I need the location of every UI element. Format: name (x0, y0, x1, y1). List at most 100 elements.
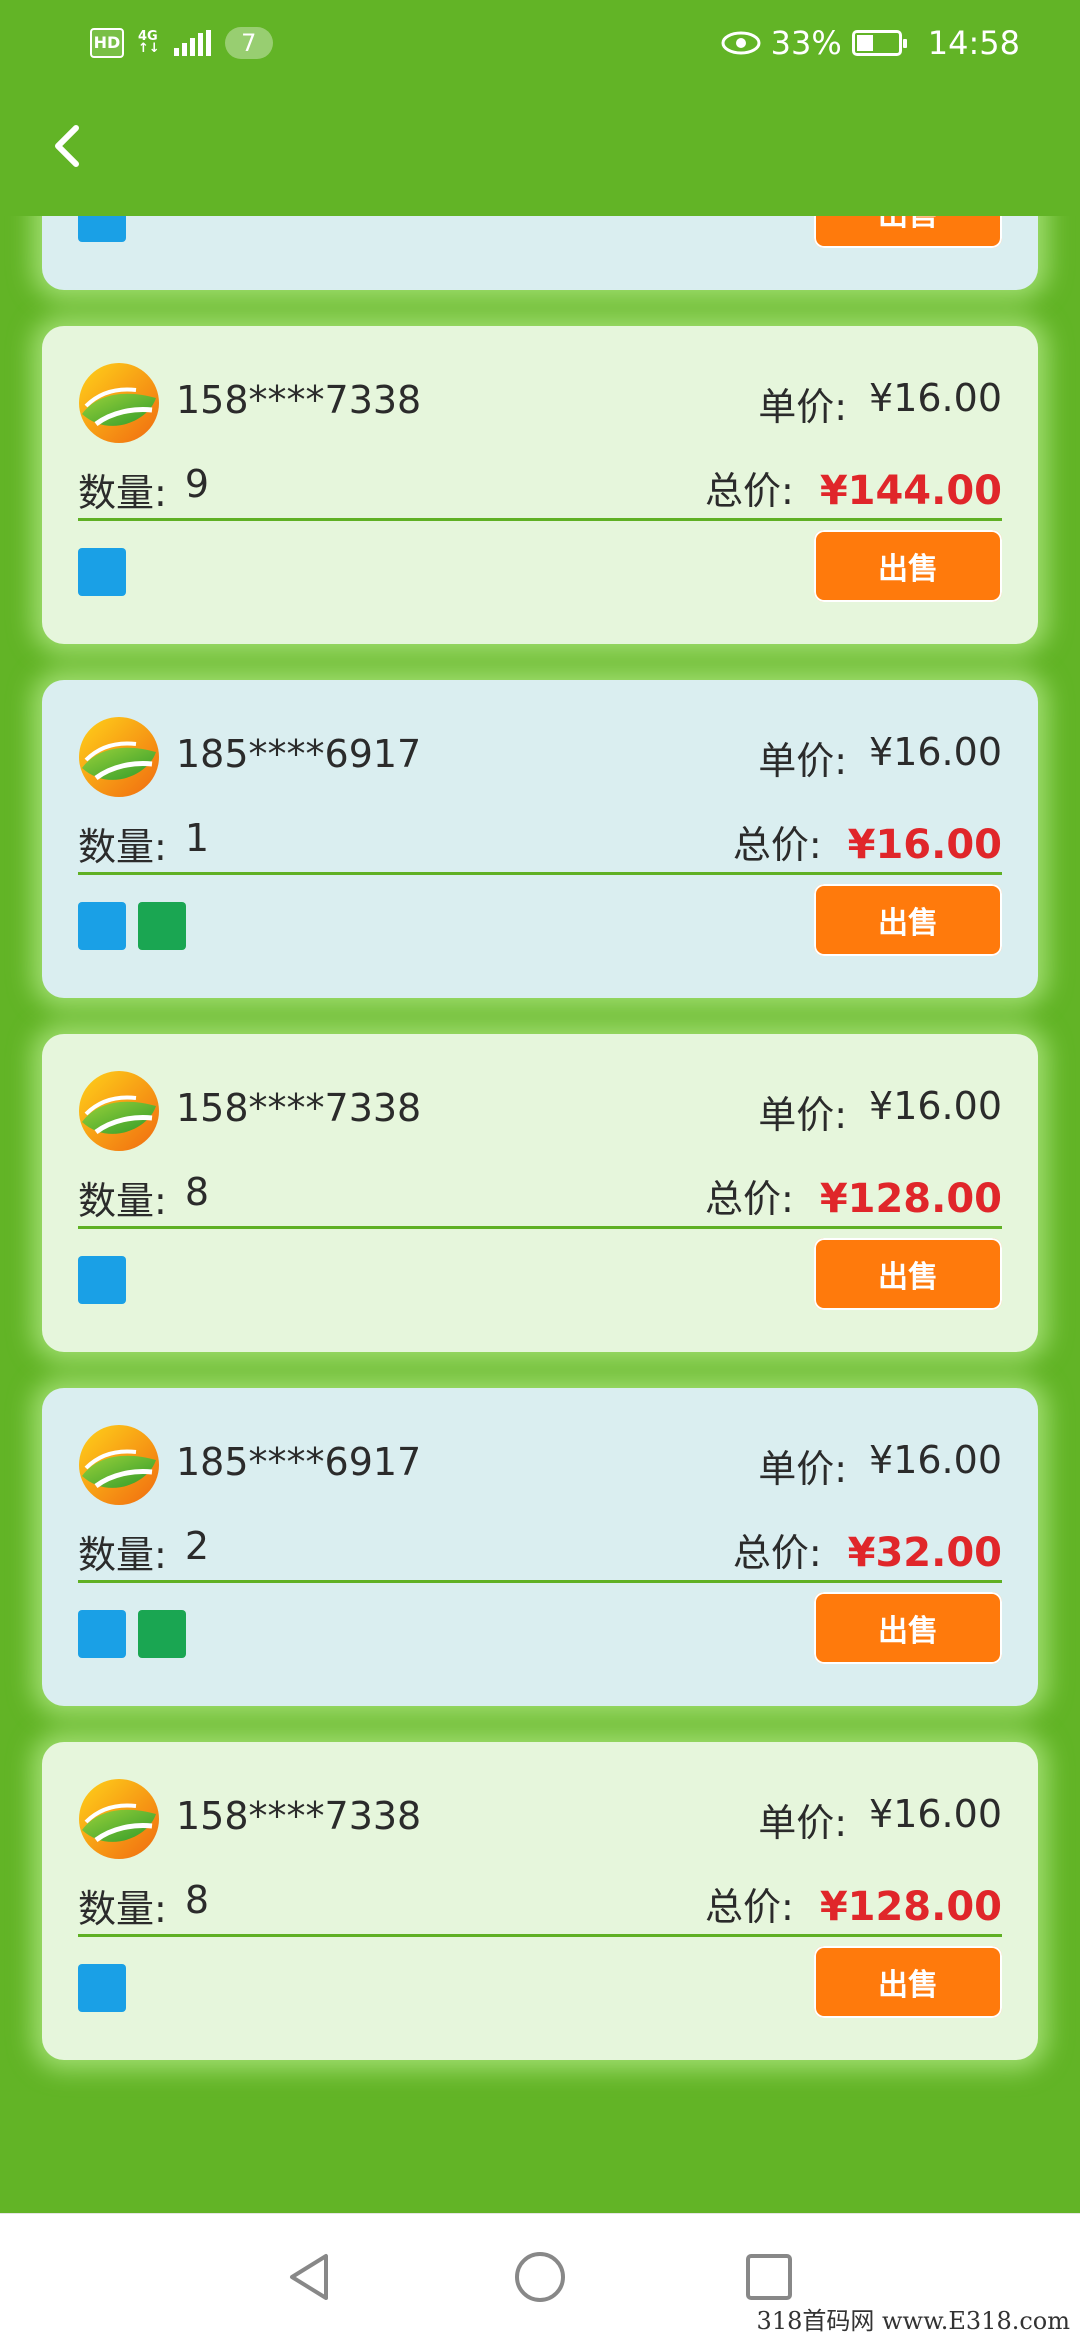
divider (78, 518, 1002, 521)
nav-back-button[interactable] (274, 2242, 344, 2312)
quantity-row: 数量: 2 (78, 1524, 209, 1579)
total-price-row: 总价: ¥128.00 (705, 1876, 1002, 1931)
total-price-value: ¥128.00 (819, 1884, 1002, 1930)
order-card: 185****6917 单价: ¥16.00 数量: 1 总价: ¥16.00 … (42, 680, 1038, 998)
wechat-pay-icon: wechat-pay-icon (138, 1610, 186, 1658)
unit-price-label: 单价: (758, 385, 848, 429)
total-price-label: 总价: (705, 1885, 794, 1929)
unit-price-value: ¥16.00 (869, 730, 1002, 774)
status-bar: HD 4G ↑↓ 7 33% 14:58 (0, 0, 1080, 86)
divider (78, 1934, 1002, 1937)
quantity-value: 9 (184, 462, 209, 506)
divider (78, 1580, 1002, 1583)
order-card: 158****7338 单价: ¥16.00 数量: 9 总价: ¥144.00… (42, 326, 1038, 644)
total-price-value: ¥144.00 (819, 468, 1002, 514)
quantity-row: 数量: 8 (78, 1170, 209, 1225)
sell-button[interactable]: 出售 (814, 1238, 1002, 1310)
total-price-label: 总价: (732, 1531, 822, 1575)
hd-icon: HD (90, 28, 124, 58)
battery-icon (851, 30, 907, 56)
wechat-pay-icon: wechat-pay-icon (138, 902, 186, 950)
total-price-row: 总价: ¥128.00 (705, 1168, 1002, 1223)
back-button[interactable] (40, 116, 100, 176)
total-price-label: 总价: (705, 469, 794, 513)
triangle-back-icon (290, 2254, 328, 2300)
unit-price-value: ¥16.00 (869, 376, 1002, 420)
payment-methods: alipay-icon (78, 548, 126, 596)
quantity-label: 数量: (78, 1179, 167, 1223)
total-price-label: 总价: (732, 823, 822, 867)
sell-button[interactable]: 出售 (814, 530, 1002, 602)
quantity-value: 8 (184, 1878, 209, 1922)
app-header (0, 86, 1080, 216)
avatar-logo-icon (79, 363, 159, 443)
quantity-label: 数量: (78, 1533, 167, 1577)
alipay-icon: alipay-icon (78, 902, 126, 950)
order-card: 185****6917 单价: ¥16.00 数量: 2 总价: ¥32.00 … (42, 1388, 1038, 1706)
battery-percent: 33% (770, 24, 842, 62)
unit-price-row: 单价: ¥16.00 (758, 1438, 1002, 1493)
payment-methods: alipay-icon (78, 216, 126, 242)
unit-price-value: ¥16.00 (869, 1084, 1002, 1128)
order-card: 158****6870 单价: ¥16.00 数量: 5 总价: ¥80.00 … (42, 216, 1038, 290)
seller-phone: 158****7338 (176, 378, 422, 422)
unit-price-value: ¥16.00 (869, 1438, 1002, 1482)
total-price-value: ¥16.00 (847, 822, 1002, 868)
watermark: 318首码网 www.E318.com (756, 2307, 1070, 2335)
quantity-value: 1 (184, 816, 209, 860)
signal-icon (173, 30, 211, 56)
clock: 14:58 (927, 24, 1020, 62)
unit-price-label: 单价: (758, 1801, 848, 1845)
unit-price-row: 单价: ¥16.00 (758, 730, 1002, 785)
divider (78, 872, 1002, 875)
avatar-logo-icon (79, 717, 159, 797)
seller-phone: 185****6917 (176, 732, 422, 776)
total-price-value: ¥32.00 (847, 1530, 1002, 1576)
quantity-label: 数量: (78, 825, 167, 869)
unit-price-label: 单价: (758, 739, 848, 783)
quantity-value: 2 (184, 1524, 209, 1568)
quantity-row: 数量: 1 (78, 816, 209, 871)
alipay-icon: alipay-icon (78, 216, 126, 242)
quantity-label: 数量: (78, 1887, 167, 1931)
quantity-value: 8 (184, 1170, 209, 1214)
network-arrows: ↑↓ (138, 41, 160, 56)
order-card: 158****7338 单价: ¥16.00 数量: 8 总价: ¥128.00… (42, 1742, 1038, 2060)
quantity-label: 数量: (78, 471, 167, 515)
sell-button[interactable]: 出售 (814, 216, 1002, 248)
payment-methods: alipay-icon (78, 1964, 126, 2012)
unit-price-label: 单价: (758, 1447, 848, 1491)
total-price-row: 总价: ¥16.00 (733, 814, 1002, 869)
back-arrow-icon (55, 125, 79, 167)
total-price-row: 总价: ¥32.00 (733, 1522, 1002, 1577)
total-price-label: 总价: (705, 1177, 794, 1221)
seller-phone: 158****7338 (176, 1086, 422, 1130)
sell-button[interactable]: 出售 (814, 1946, 1002, 2018)
nav-home-button[interactable] (505, 2242, 575, 2312)
unit-price-row: 单价: ¥16.00 (758, 1792, 1002, 1847)
avatar-logo-icon (79, 1425, 159, 1505)
alipay-icon: alipay-icon (78, 1610, 126, 1658)
total-price-value: ¥128.00 (819, 1176, 1002, 1222)
sell-button[interactable]: 出售 (814, 1592, 1002, 1664)
avatar-logo-icon (79, 1779, 159, 1859)
order-list-viewport[interactable]: 158****6870 单价: ¥16.00 数量: 5 总价: ¥80.00 … (0, 216, 1080, 2214)
seller-phone: 185****6917 (176, 1440, 422, 1484)
alipay-icon: alipay-icon (78, 548, 126, 596)
order-card: 158****7338 单价: ¥16.00 数量: 8 总价: ¥128.00… (42, 1034, 1038, 1352)
payment-methods: alipay-iconwechat-pay-icon (78, 902, 186, 950)
unit-price-value: ¥16.00 (869, 1792, 1002, 1836)
status-left: HD 4G ↑↓ 7 (90, 27, 273, 59)
payment-methods: alipay-iconwechat-pay-icon (78, 1610, 186, 1658)
sell-button[interactable]: 出售 (814, 884, 1002, 956)
total-price-row: 总价: ¥144.00 (705, 460, 1002, 515)
quantity-row: 数量: 9 (78, 462, 209, 517)
eye-icon (721, 31, 761, 55)
payment-methods: alipay-icon (78, 1256, 126, 1304)
network-4g-icon: 4G ↑↓ (138, 30, 160, 56)
seller-phone: 158****7338 (176, 1794, 422, 1838)
circle-home-icon (515, 2252, 565, 2302)
quantity-row: 数量: 8 (78, 1878, 209, 1933)
divider (78, 1226, 1002, 1229)
avatar-logo-icon (79, 1071, 159, 1151)
